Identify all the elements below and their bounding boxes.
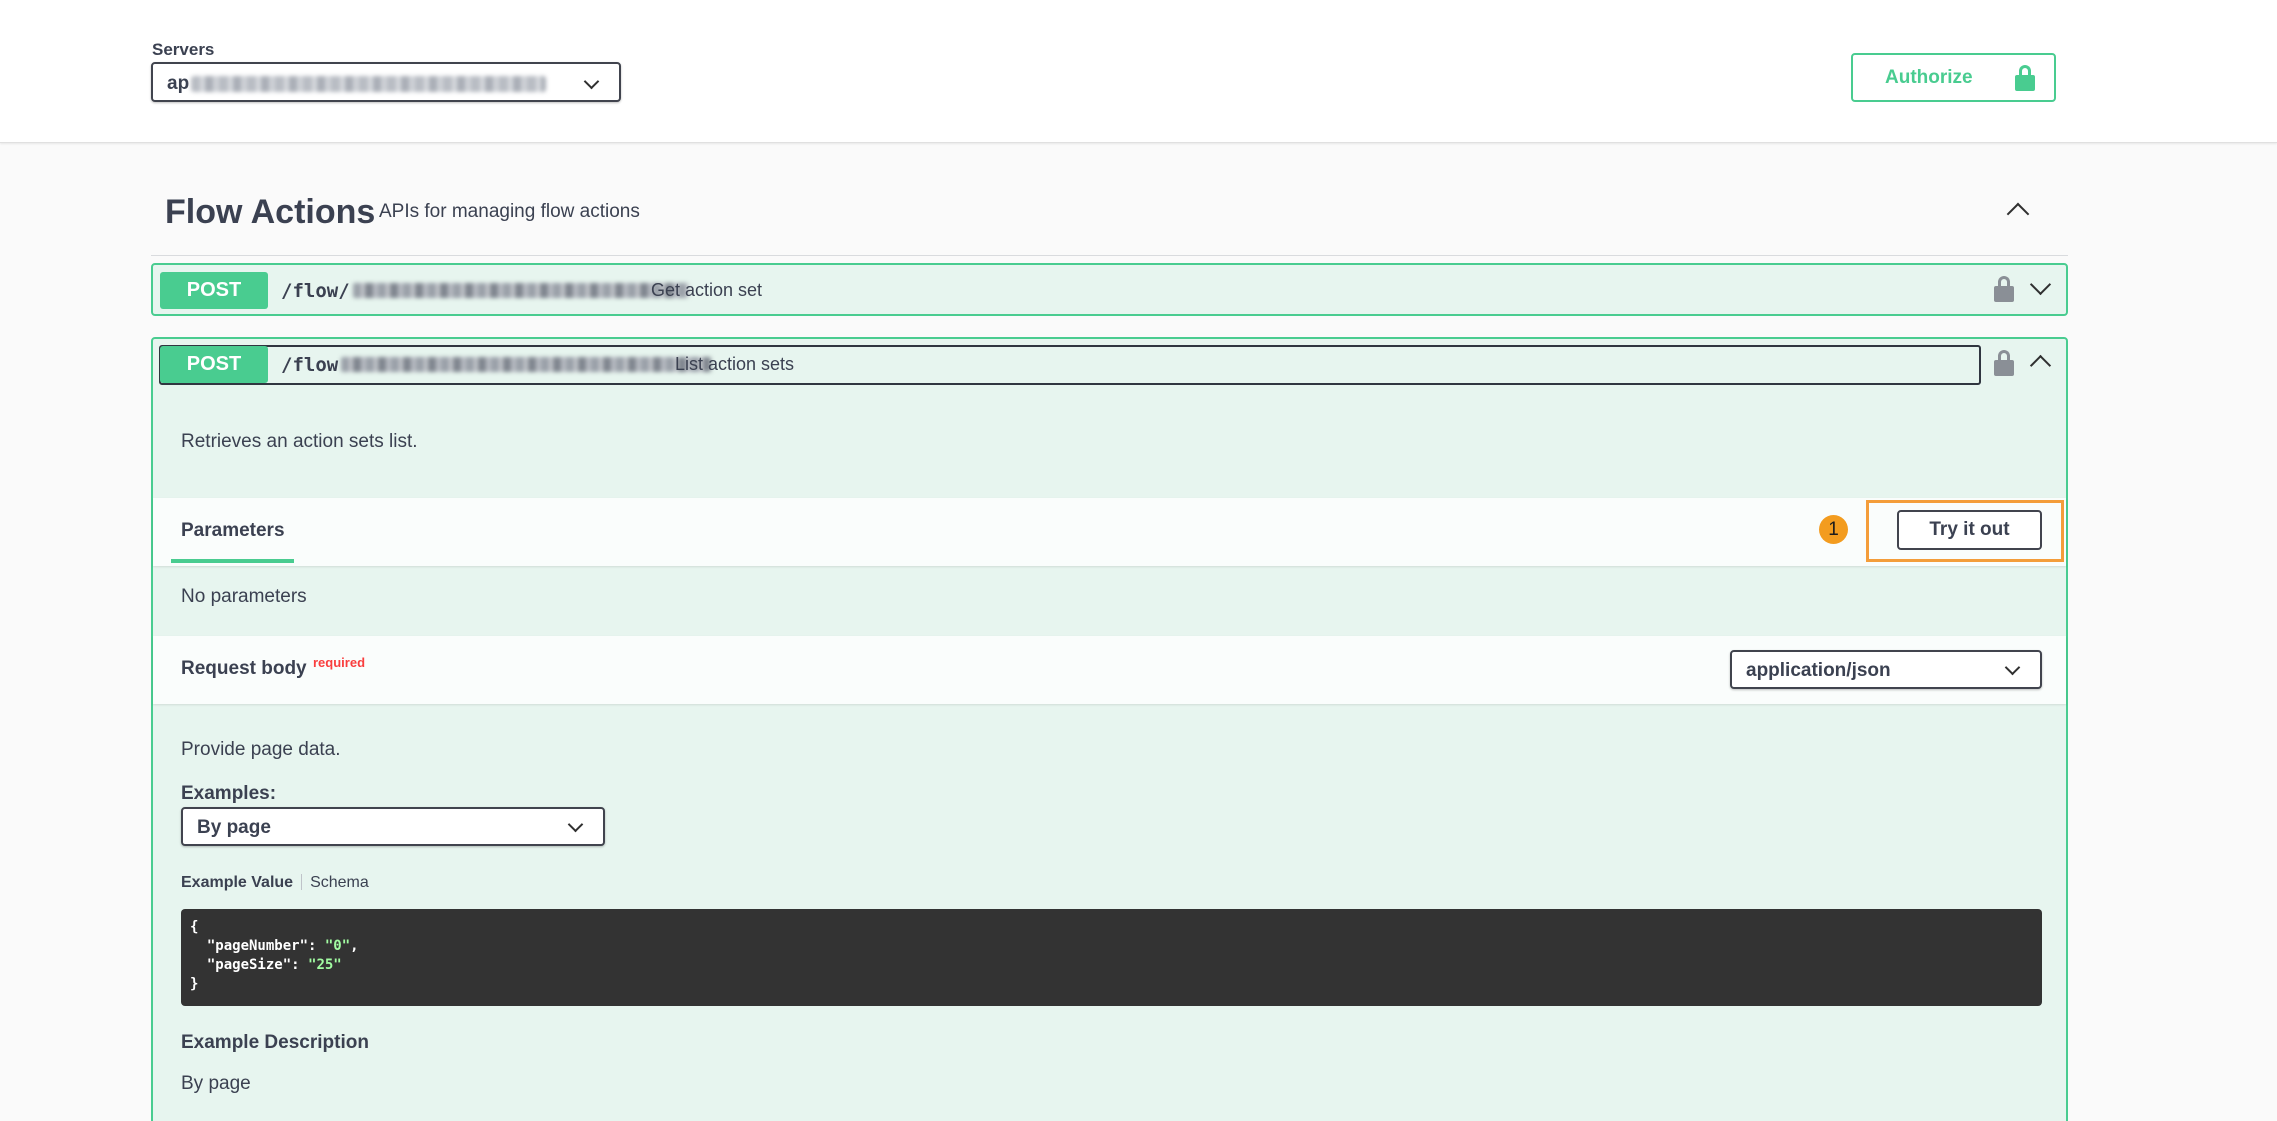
- servers-url-redacted: [191, 76, 546, 92]
- operation-path[interactable]: /flow/: [281, 280, 350, 302]
- chevron-down-icon: [567, 816, 584, 833]
- tab-parameters[interactable]: Parameters: [181, 520, 285, 542]
- tag-header-flow-actions[interactable]: Flow Actions APIs for managing flow acti…: [151, 176, 2068, 256]
- lock-icon[interactable]: [1994, 350, 2014, 376]
- example-tabs: Example Value Schema: [181, 874, 369, 892]
- required-marker: required: [313, 655, 366, 670]
- content-type-value: application/json: [1746, 660, 1891, 681]
- opblock-get-action-set: POST /flow/ Get action set: [151, 263, 2068, 316]
- request-body-header: Request body required application/json: [153, 636, 2066, 704]
- path-redacted: [353, 283, 689, 298]
- tab-active-indicator: [171, 559, 294, 563]
- code-close-brace: }: [190, 976, 199, 992]
- code-key-page-size: "pageSize": [206, 957, 292, 973]
- chevron-down-icon: [583, 73, 600, 90]
- request-body-description: Provide page data.: [181, 739, 341, 760]
- example-description-text: By page: [181, 1073, 251, 1094]
- authorize-button[interactable]: Authorize: [1851, 53, 2056, 102]
- operation-summary[interactable]: List action sets: [675, 354, 794, 375]
- examples-label: Examples:: [181, 783, 277, 804]
- examples-select[interactable]: By page: [181, 807, 605, 846]
- example-description-title: Example Description: [181, 1032, 369, 1053]
- chevron-up-icon[interactable]: [2029, 354, 2052, 377]
- tag-description: APIs for managing flow actions: [379, 201, 640, 222]
- operation-description: Retrieves an action sets list.: [181, 431, 418, 452]
- servers-label: Servers: [152, 40, 215, 59]
- no-parameters-text: No parameters: [181, 586, 307, 607]
- examples-selected-value: By page: [197, 817, 271, 838]
- content-type-select[interactable]: application/json: [1730, 650, 2042, 689]
- chevron-down-icon: [2004, 659, 2021, 676]
- operation-path[interactable]: /flow: [281, 354, 338, 376]
- try-it-out-button[interactable]: Try it out: [1897, 510, 2042, 550]
- code-value-page-number: "0": [324, 938, 351, 954]
- method-badge: POST: [160, 272, 268, 309]
- operation-summary[interactable]: Get action set: [651, 280, 762, 301]
- servers-select[interactable]: ap: [151, 62, 621, 102]
- chevron-down-icon[interactable]: [2029, 273, 2052, 296]
- top-bar: Servers ap Authorize: [0, 0, 2277, 143]
- unlocked-icon: [2015, 65, 2035, 91]
- tab-schema[interactable]: Schema: [310, 874, 369, 891]
- tag-title: Flow Actions: [165, 193, 376, 231]
- example-code-block: { "pageNumber": "0", "pageSize": "25" }: [181, 909, 2042, 1006]
- code-value-page-size: "25": [308, 957, 342, 973]
- tab-example-value[interactable]: Example Value: [181, 874, 293, 891]
- method-badge: POST: [160, 346, 268, 383]
- servers-selected-value: ap: [167, 73, 190, 94]
- authorize-label: Authorize: [1885, 67, 1973, 88]
- lock-icon[interactable]: [1994, 276, 2014, 302]
- request-body-title: Request body: [181, 658, 307, 679]
- chevron-up-icon[interactable]: [2006, 202, 2030, 226]
- parameters-header: Parameters 1 Try it out: [153, 498, 2066, 566]
- step-badge: 1: [1819, 515, 1848, 544]
- opblock-list-action-sets: POST /flow List action sets Retrieves an…: [151, 337, 2068, 1121]
- path-redacted: [341, 357, 711, 372]
- code-open-brace: {: [190, 919, 199, 935]
- code-key-page-number: "pageNumber": [206, 938, 309, 954]
- tab-divider: [301, 874, 303, 890]
